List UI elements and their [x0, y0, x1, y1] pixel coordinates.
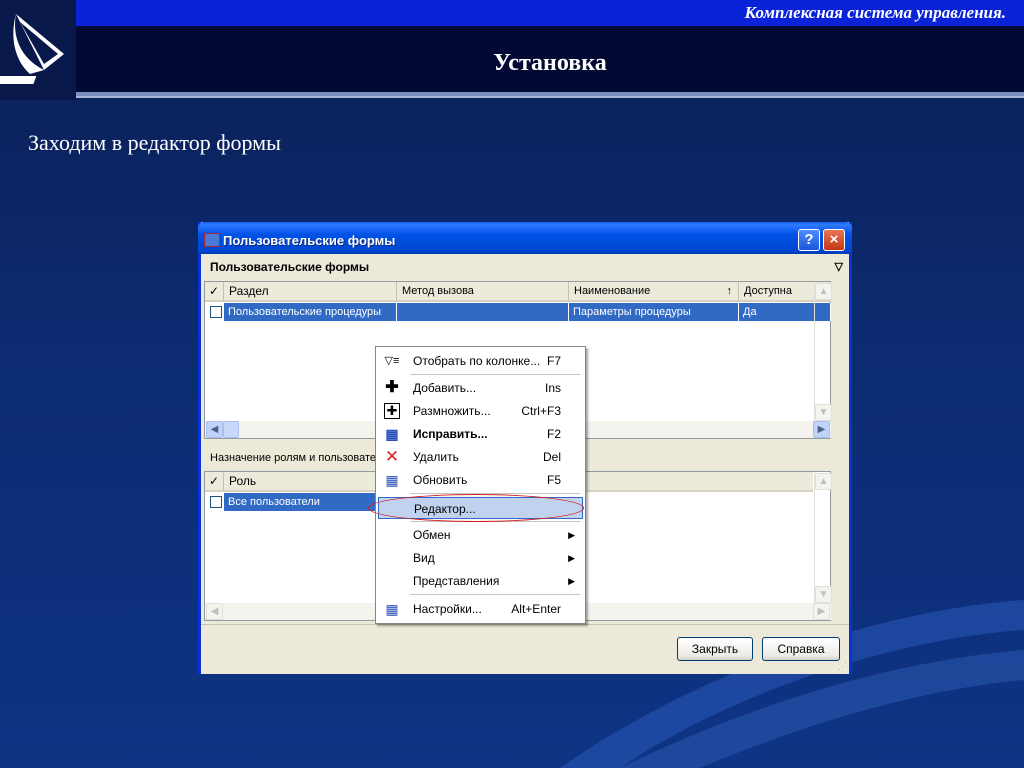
dialog-footer: Закрыть Справка ⋰: [201, 624, 849, 674]
menu-item-view[interactable]: Вид ▶: [378, 547, 583, 569]
menu-item-filter-by-column[interactable]: ▽≡ Отобрать по колонке... F7: [378, 350, 583, 372]
sort-arrow-icon: ↑: [726, 285, 733, 297]
row-checkbox-cell[interactable]: [205, 303, 224, 321]
slide-title: Установка: [493, 50, 607, 76]
menu-item-duplicate[interactable]: ✚ Размножить... Ctrl+F3: [378, 400, 583, 422]
table-row[interactable]: Пользовательские процедуры Параметры про…: [205, 303, 831, 321]
close-button[interactable]: Закрыть: [677, 637, 753, 661]
window-title-bar[interactable]: Пользовательские формы ? ×: [198, 222, 852, 254]
vertical-scrollbar[interactable]: ▲ ▼: [814, 472, 832, 604]
scroll-left-button[interactable]: ◀: [206, 603, 223, 620]
scroll-thumb[interactable]: [223, 421, 239, 438]
filter-icon: ▽≡: [384, 355, 400, 367]
menu-item-edit[interactable]: ▦ Исправить... F2: [378, 423, 583, 445]
check-column-header[interactable]: ✓: [205, 282, 224, 302]
menu-item-delete[interactable]: ✕ Удалить Del: [378, 446, 583, 468]
menu-item-shortcut: Ctrl+F3: [521, 404, 561, 418]
column-header-name[interactable]: Наименование ↑: [569, 282, 739, 302]
menu-item-shortcut: Alt+Enter: [511, 602, 561, 616]
submenu-arrow-icon: ▶: [568, 530, 575, 540]
menu-item-label: Представления: [413, 574, 500, 588]
scroll-right-button[interactable]: ▶: [813, 421, 830, 438]
menu-item-label: Обновить: [413, 473, 468, 487]
scroll-down-button[interactable]: ▼: [815, 586, 832, 603]
column-header-method[interactable]: Метод вызова: [397, 282, 569, 302]
filter-icon[interactable]: ▽: [835, 255, 843, 279]
plus-icon: ✚: [385, 379, 399, 396]
vertical-scrollbar[interactable]: ▲ ▼: [814, 282, 832, 422]
row-checkbox[interactable]: [210, 306, 222, 318]
panel-header-forms: Пользовательские формы ▽: [201, 255, 849, 279]
menu-item-shortcut: Del: [542, 450, 561, 464]
menu-item-label: Добавить...: [413, 381, 477, 395]
table-row[interactable]: Все пользователи: [205, 493, 381, 511]
menu-item-label: Настройки...: [413, 602, 482, 616]
menu-item-label: Удалить: [413, 450, 459, 464]
menu-item-label: Обмен: [413, 528, 451, 542]
duplicate-icon: ✚: [384, 403, 400, 419]
logo: [0, 0, 76, 100]
cell-section[interactable]: Пользовательские процедуры: [224, 303, 397, 321]
context-menu: ▽≡ Отобрать по колонке... F7 ✚ Добавить.…: [375, 346, 586, 624]
menu-item-label: Размножить...: [413, 404, 491, 418]
help-title-button[interactable]: ?: [798, 229, 820, 251]
menu-item-shortcut: F2: [546, 427, 561, 441]
menu-item-add[interactable]: ✚ Добавить... Ins: [378, 377, 583, 399]
menu-item-views[interactable]: Представления ▶: [378, 570, 583, 592]
header-strip: Комплексная система управления.: [76, 0, 1024, 26]
column-label: Наименование: [574, 285, 651, 297]
submenu-arrow-icon: ▶: [568, 553, 575, 563]
edit-icon: ▦: [385, 426, 399, 442]
menu-item-label: Отобрать по колонке...: [413, 354, 541, 368]
row-checkbox-cell[interactable]: [205, 493, 224, 511]
help-button[interactable]: Справка: [762, 637, 840, 661]
panel-title: Назначение ролям и пользователям: [210, 452, 396, 464]
slide-subtitle: Заходим в редактор формы: [28, 130, 281, 155]
menu-item-label: Вид: [413, 551, 435, 565]
row-checkbox[interactable]: [210, 496, 222, 508]
submenu-arrow-icon: ▶: [568, 576, 575, 586]
panel-title: Пользовательские формы: [210, 260, 370, 274]
scroll-up-button[interactable]: ▲: [815, 283, 832, 300]
column-header-section[interactable]: Раздел: [224, 282, 397, 302]
settings-icon: ▦: [385, 601, 399, 617]
delete-icon: ✕: [384, 447, 400, 466]
scroll-down-button[interactable]: ▼: [815, 404, 832, 421]
parus-sail-icon: [0, 14, 64, 84]
cell-name[interactable]: Параметры процедуры: [569, 303, 739, 321]
menu-item-shortcut: Ins: [544, 381, 561, 395]
menu-item-settings[interactable]: ▦ Настройки... Alt+Enter: [378, 598, 583, 620]
menu-item-refresh[interactable]: ▦ Обновить F5: [378, 469, 583, 491]
menu-item-shortcut: F5: [546, 473, 561, 487]
window-title: Пользовательские формы: [223, 233, 396, 248]
menu-separator: [410, 594, 580, 595]
scroll-right-button[interactable]: ▶: [813, 603, 830, 620]
menu-item-exchange[interactable]: Обмен ▶: [378, 524, 583, 546]
cell-role[interactable]: Все пользователи: [224, 493, 381, 511]
menu-item-label: Исправить...: [413, 427, 488, 441]
close-title-button[interactable]: ×: [823, 229, 845, 251]
app-icon: [204, 233, 220, 247]
resize-grip-icon[interactable]: ⋰: [838, 661, 847, 672]
brand-text: Комплексная система управления.: [744, 3, 1006, 22]
menu-separator: [410, 374, 580, 375]
check-column-header[interactable]: ✓: [205, 472, 224, 492]
refresh-icon: ▦: [385, 472, 399, 488]
highlight-ellipse: [368, 494, 584, 522]
scroll-left-button[interactable]: ◀: [206, 421, 223, 438]
menu-item-shortcut: F7: [546, 354, 561, 368]
cell-method[interactable]: [397, 303, 569, 321]
divider: [76, 96, 1024, 98]
scroll-up-button[interactable]: ▲: [815, 473, 832, 490]
